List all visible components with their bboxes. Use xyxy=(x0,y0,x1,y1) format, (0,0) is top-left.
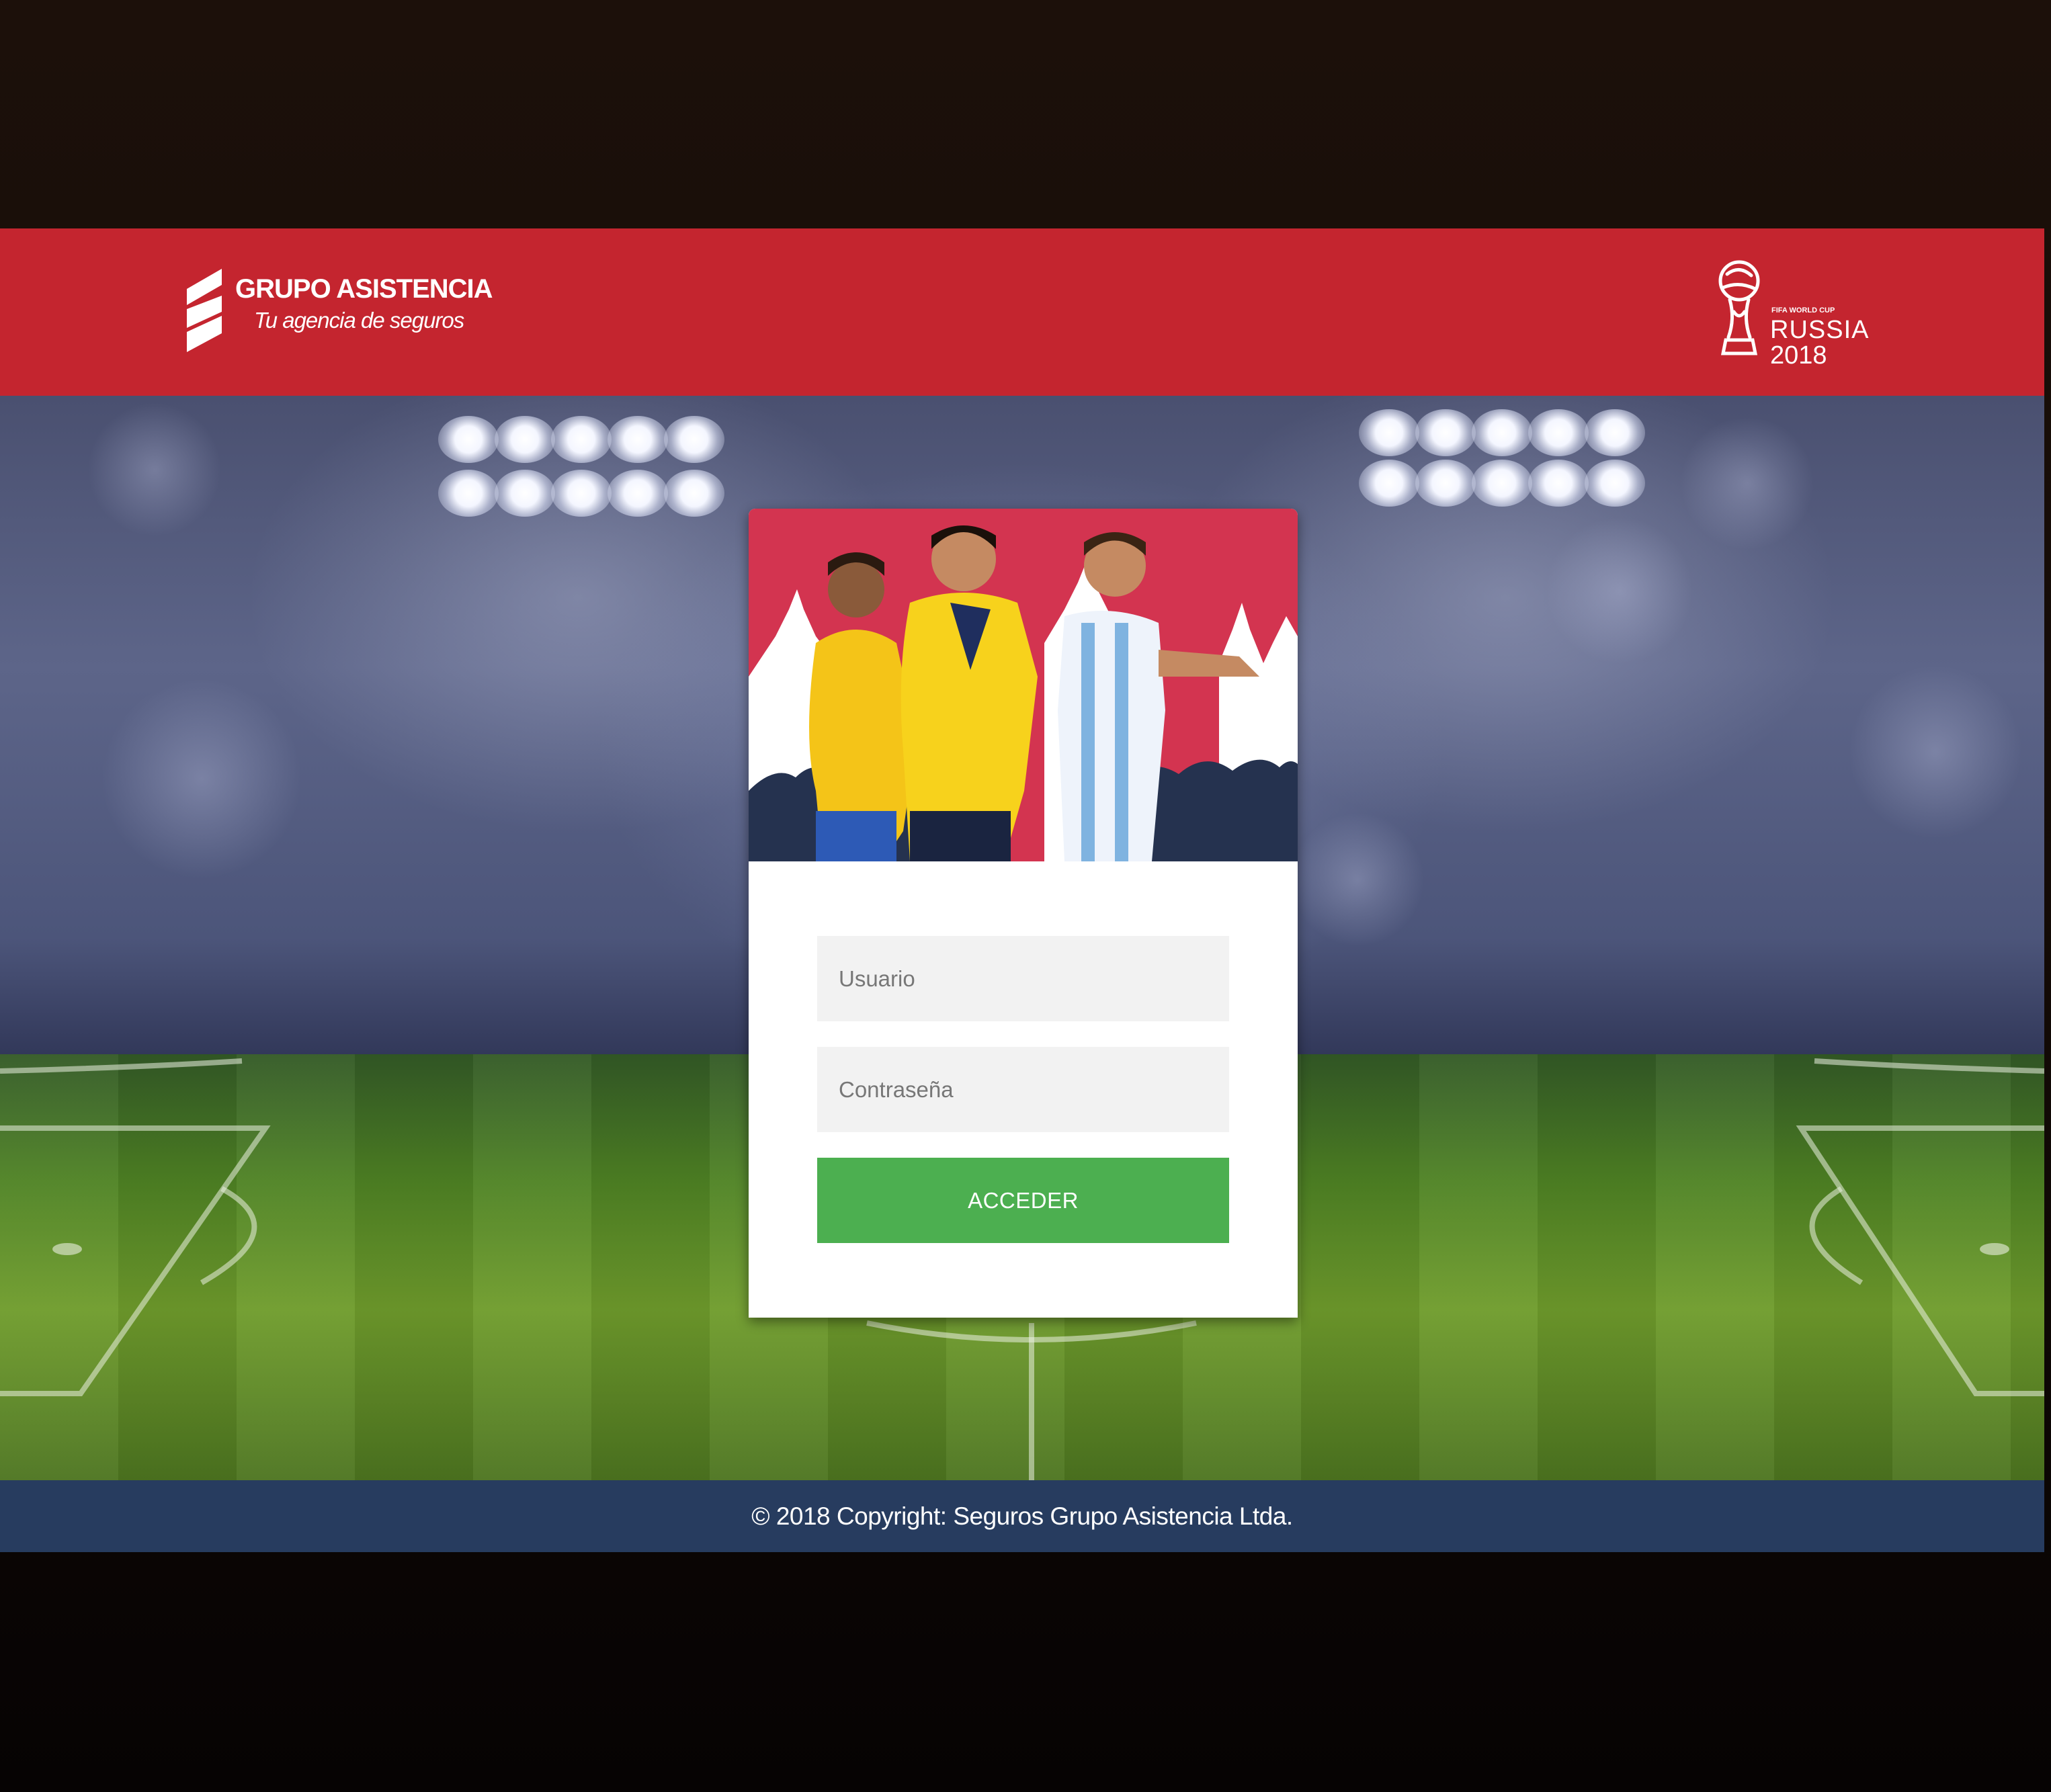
username-input[interactable] xyxy=(817,936,1229,1021)
floodlight xyxy=(1528,409,1589,456)
floodlight xyxy=(495,416,555,463)
bokeh-light xyxy=(1290,812,1425,947)
floodlight xyxy=(608,416,668,463)
copyright-text: © 2018 Copyright: Seguros Grupo Asistenc… xyxy=(751,1502,1293,1530)
screen: GRUPO ASISTENCIA Tu agencia de seguros F… xyxy=(0,0,2051,1792)
floodlight xyxy=(1359,460,1419,507)
brand-name: GRUPO ASISTENCIA xyxy=(235,274,493,304)
floodlight xyxy=(1528,460,1589,507)
floodlight xyxy=(608,470,668,517)
floodlight xyxy=(1415,409,1476,456)
brand-tagline: Tu agencia de seguros xyxy=(254,308,464,333)
floodlight xyxy=(551,470,612,517)
floodlight xyxy=(664,470,724,517)
players-banner-image xyxy=(749,509,1298,861)
floodlight xyxy=(1472,460,1532,507)
bokeh-light xyxy=(1546,517,1693,665)
floodlight xyxy=(438,416,499,463)
floodlight xyxy=(1472,409,1532,456)
world-cup-trophy-icon xyxy=(1718,260,1760,355)
world-cup-logo: FIFA WORLD CUP RUSSIA 2018 xyxy=(1715,258,1876,370)
world-cup-year: 2018 xyxy=(1770,341,1827,370)
brand-logo[interactable]: GRUPO ASISTENCIA Tu agencia de seguros xyxy=(180,266,493,360)
floodlight xyxy=(438,470,499,517)
bokeh-light xyxy=(1680,416,1814,550)
floodlight xyxy=(1359,409,1419,456)
floodlight xyxy=(1585,460,1645,507)
login-card: ACCEDER xyxy=(749,509,1298,1318)
password-input[interactable] xyxy=(817,1047,1229,1132)
bokeh-light xyxy=(101,678,302,880)
grupo-asistencia-s-logo-icon xyxy=(187,269,222,352)
footer-bar: © 2018 Copyright: Seguros Grupo Asistenc… xyxy=(0,1480,2044,1552)
login-submit-button[interactable]: ACCEDER xyxy=(817,1158,1229,1243)
floodlight xyxy=(1585,409,1645,456)
players-illustration xyxy=(749,525,1298,861)
bokeh-light xyxy=(1848,665,2023,839)
floodlight xyxy=(1415,460,1476,507)
floodlight xyxy=(495,470,555,517)
floodlight xyxy=(664,416,724,463)
bokeh-light xyxy=(87,402,222,537)
world-cup-country: RUSSIA xyxy=(1770,316,1870,344)
header-bar: GRUPO ASISTENCIA Tu agencia de seguros F… xyxy=(0,228,2044,396)
floodlight xyxy=(551,416,612,463)
world-cup-small-text: FIFA WORLD CUP xyxy=(1771,306,1835,314)
